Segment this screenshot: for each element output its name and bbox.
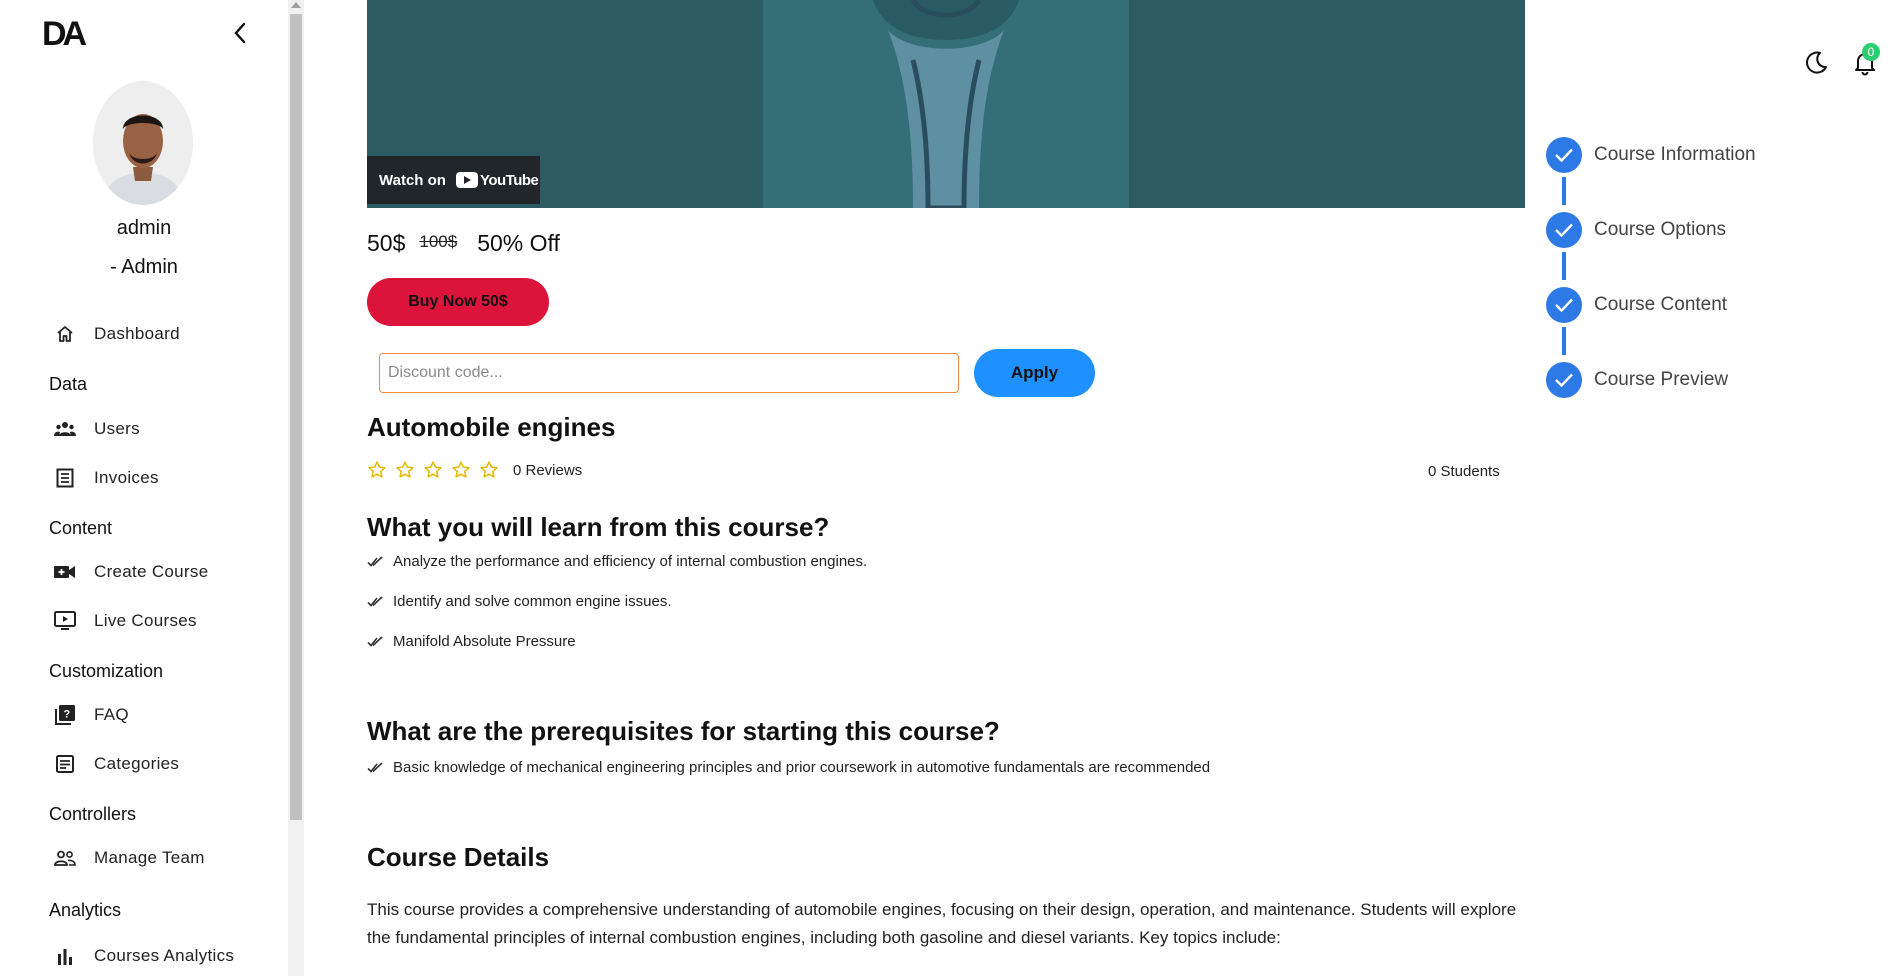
wysiwyg-icon: [54, 753, 76, 775]
rating-stars: 0 Reviews: [367, 460, 582, 480]
sidebar-item-label: Courses Analytics: [94, 946, 235, 965]
sidebar-item-create-course[interactable]: Create Course: [54, 557, 208, 587]
people-outline-icon: [54, 847, 76, 869]
step-connector: [1562, 252, 1566, 280]
star-outline-icon: [452, 461, 470, 478]
sidebar-item-label: Users: [94, 419, 140, 438]
step-label: Course Content: [1594, 294, 1728, 315]
benefit-text: Identify and solve common engine issues.: [393, 593, 672, 610]
prerequisite-item: Basic knowledge of mechanical engineerin…: [367, 759, 1210, 776]
step-course-options[interactable]: Course Options: [1546, 212, 1726, 248]
discount-code-input[interactable]: [379, 353, 959, 393]
sidebar-item-label: Categories: [94, 754, 180, 773]
youtube-label: YouTube: [479, 171, 539, 189]
step-course-content[interactable]: Course Content: [1546, 287, 1727, 323]
video-thumbnail: [763, 0, 1129, 208]
bar-chart-icon: [54, 945, 76, 967]
sidebar-item-courses-analytics[interactable]: Courses Analytics: [54, 941, 234, 971]
watch-on-label: Watch on: [379, 171, 446, 189]
group-icon: [54, 418, 76, 440]
step-course-preview[interactable]: Course Preview: [1546, 362, 1728, 398]
old-price: 100$: [419, 232, 458, 251]
sidebar-section-controllers: Controllers: [49, 804, 137, 824]
sidebar-item-live-courses[interactable]: Live Courses: [54, 606, 197, 636]
sidebar-item-label: Invoices: [94, 468, 159, 487]
sidebar-section-content: Content: [49, 518, 113, 538]
sidebar: DA admin - Admin Dashboard Data Users In…: [0, 0, 288, 976]
sidebar-section-analytics: Analytics: [49, 900, 122, 920]
sidebar-item-dashboard[interactable]: Dashboard: [54, 319, 180, 349]
sidebar-item-faq[interactable]: ? FAQ: [54, 700, 129, 730]
buy-now-button[interactable]: Buy Now 50$: [367, 278, 549, 326]
current-price: 50$: [367, 230, 406, 256]
course-description: This course provides a comprehensive und…: [367, 900, 1517, 947]
benefit-text: Manifold Absolute Pressure: [393, 633, 576, 650]
discount-percentage: 50% Off: [477, 230, 560, 256]
course-title: Automobile engines: [367, 412, 616, 442]
benefit-text: Analyze the performance and efficiency o…: [393, 553, 868, 570]
price-row: 50$ 100$ 50% Off: [367, 230, 560, 257]
star-outline-icon: [396, 461, 414, 478]
sidebar-section-customization: Customization: [49, 661, 164, 681]
step-label: Course Information: [1594, 144, 1756, 165]
review-count: 0 Reviews: [513, 461, 583, 479]
apply-discount-button[interactable]: Apply: [974, 349, 1095, 397]
sidebar-item-categories[interactable]: Categories: [54, 749, 179, 779]
benefit-item: Manifold Absolute Pressure: [367, 633, 576, 650]
student-count: 0 Students: [1428, 463, 1500, 480]
benefit-item: Analyze the performance and efficiency o…: [367, 553, 867, 570]
step-check-icon: [1546, 287, 1582, 323]
scroll-up-arrow[interactable]: [291, 2, 301, 8]
course-details-heading: Course Details: [367, 842, 550, 872]
video-call-icon: [54, 561, 76, 583]
double-check-icon: [367, 761, 383, 773]
sidebar-item-invoices[interactable]: Invoices: [54, 463, 159, 493]
sidebar-item-label: Manage Team: [94, 848, 205, 867]
sidebar-item-label: FAQ: [94, 705, 129, 724]
step-label: Course Options: [1594, 219, 1727, 240]
double-check-icon: [367, 555, 383, 567]
sidebar-item-label: Live Courses: [94, 611, 197, 630]
user-role: - Admin: [110, 256, 178, 278]
sidebar-item-users[interactable]: Users: [54, 414, 140, 444]
svg-text:?: ?: [64, 709, 71, 721]
scrollbar-thumb[interactable]: [290, 14, 302, 820]
notification-count-badge: 0: [1862, 43, 1880, 61]
home-icon: [54, 323, 76, 345]
dark-mode-moon-icon[interactable]: [1803, 50, 1829, 76]
youtube-play-icon: [455, 172, 478, 188]
star-outline-icon: [480, 461, 498, 478]
benefit-item: Identify and solve common engine issues.: [367, 593, 672, 610]
prerequisite-text: Basic knowledge of mechanical engineerin…: [393, 759, 1211, 776]
step-check-icon: [1546, 362, 1582, 398]
star-outline-icon: [368, 461, 386, 478]
quiz-icon: ?: [54, 704, 76, 726]
step-connector: [1562, 327, 1566, 355]
step-check-icon: [1546, 137, 1582, 173]
sidebar-item-label: Dashboard: [94, 324, 180, 343]
course-demo-video[interactable]: Watch on YouTube: [367, 0, 1525, 208]
ondemand-video-icon: [54, 610, 76, 632]
da-logo[interactable]: DA: [42, 16, 94, 50]
step-course-information[interactable]: Course Information: [1546, 137, 1756, 173]
double-check-icon: [367, 595, 383, 607]
prerequisites-heading: What are the prerequisites for starting …: [367, 716, 1000, 746]
sidebar-item-manage-team[interactable]: Manage Team: [54, 843, 205, 873]
learn-heading: What you will learn from this course?: [367, 512, 830, 542]
double-check-icon: [367, 635, 383, 647]
step-check-icon: [1546, 212, 1582, 248]
sidebar-item-label: Create Course: [94, 562, 209, 581]
star-outline-icon: [424, 461, 442, 478]
step-label: Course Preview: [1594, 369, 1729, 390]
user-name: admin: [116, 217, 172, 239]
receipt-icon: [54, 467, 76, 489]
sidebar-section-data: Data: [49, 374, 88, 394]
watch-on-youtube-button[interactable]: Watch on YouTube: [367, 156, 540, 204]
step-connector: [1562, 177, 1566, 205]
chevron-left-icon[interactable]: [228, 20, 254, 46]
avatar: [93, 81, 193, 205]
svg-text:DA: DA: [42, 16, 87, 50]
youtube-logo: YouTube: [455, 171, 539, 189]
